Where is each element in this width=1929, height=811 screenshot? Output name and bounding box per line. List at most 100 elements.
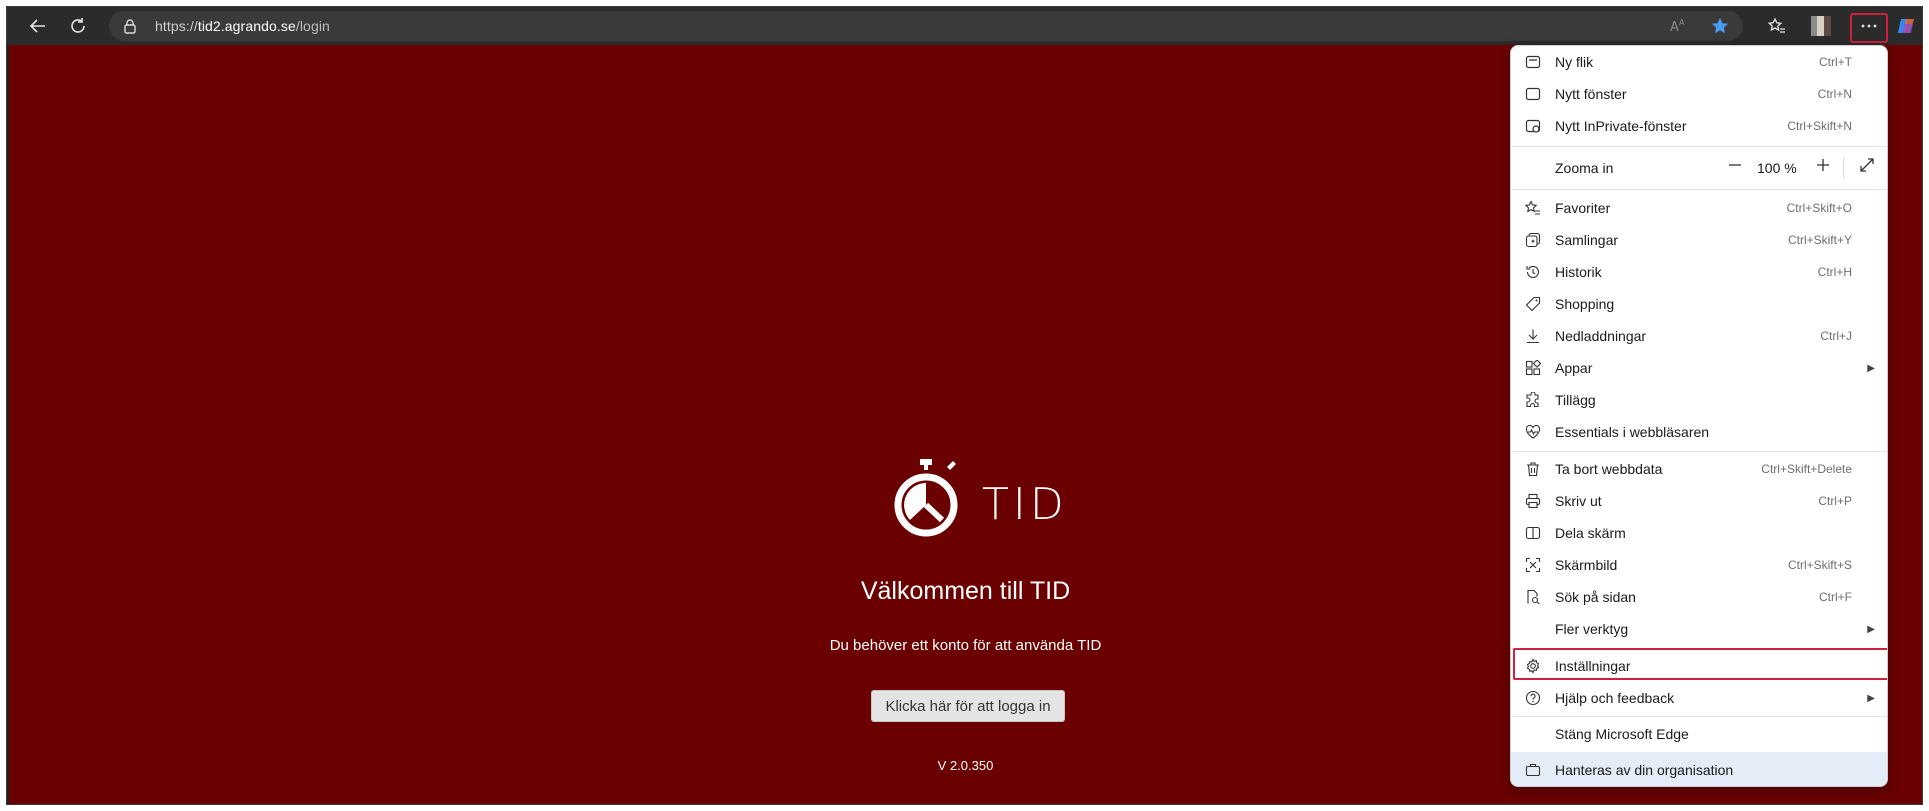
menu-label: Skärmbild bbox=[1555, 557, 1618, 573]
zoom-value: 100 % bbox=[1757, 160, 1797, 176]
menu-item-apps[interactable]: Appar ▶ bbox=[1511, 352, 1887, 384]
menu-label: Hanteras av din organisation bbox=[1555, 762, 1734, 778]
collections-icon bbox=[1525, 232, 1541, 248]
menu-shortcut: Ctrl+F bbox=[1819, 590, 1852, 604]
read-aloud-icon[interactable]: AA bbox=[1669, 17, 1687, 35]
menu-label: Shopping bbox=[1555, 296, 1615, 312]
help-icon bbox=[1525, 690, 1541, 706]
split-screen-icon bbox=[1525, 525, 1541, 541]
url-path: /login bbox=[295, 18, 330, 34]
login-button[interactable]: Klicka här för att logga in bbox=[871, 690, 1065, 722]
menu-shortcut: Ctrl+H bbox=[1817, 265, 1852, 279]
brand-text: TID bbox=[982, 479, 1068, 530]
browser-window: https://tid2.agrando.se/login AA TID Väl… bbox=[6, 6, 1923, 805]
menu-item-new-tab[interactable]: Ny flik Ctrl+T bbox=[1511, 46, 1887, 78]
favorites-icon bbox=[1525, 200, 1541, 216]
menu-item-favorites[interactable]: Favoriter Ctrl+Skift+O bbox=[1511, 192, 1887, 224]
menu-item-help[interactable]: Hjälp och feedback ▶ bbox=[1511, 682, 1887, 714]
menu-label: Historik bbox=[1555, 264, 1602, 280]
menu-label: Skriv ut bbox=[1555, 493, 1602, 509]
menu-item-print[interactable]: Skriv ut Ctrl+P bbox=[1511, 485, 1887, 517]
menu-item-clear-data[interactable]: Ta bort webbdata Ctrl+Skift+Delete bbox=[1511, 453, 1887, 485]
submenu-arrow-icon: ▶ bbox=[1867, 692, 1875, 704]
menu-shortcut: Ctrl+Skift+S bbox=[1787, 558, 1852, 572]
screenshot-icon bbox=[1525, 557, 1541, 573]
menu-label: Ny flik bbox=[1555, 54, 1594, 70]
submenu-arrow-icon: ▶ bbox=[1867, 623, 1875, 635]
more-button-highlight bbox=[1850, 13, 1888, 43]
url-prefix: https:// bbox=[155, 18, 198, 34]
menu-shortcut: Ctrl+Skift+Delete bbox=[1761, 462, 1852, 476]
menu-item-extensions[interactable]: Tillägg bbox=[1511, 384, 1887, 416]
favorites-button[interactable] bbox=[1762, 11, 1792, 41]
arrow-left-icon bbox=[29, 19, 45, 33]
settings-highlight bbox=[1513, 648, 1887, 680]
menu-label: Zooma in bbox=[1555, 160, 1614, 176]
avatar-icon bbox=[1811, 16, 1831, 36]
menu-divider bbox=[1511, 146, 1887, 147]
menu-item-zoom: Zooma in 100 % bbox=[1511, 149, 1887, 187]
lock-icon bbox=[123, 18, 137, 34]
menu-item-close-edge[interactable]: Stäng Microsoft Edge bbox=[1511, 718, 1887, 750]
menu-label: Ta bort webbdata bbox=[1555, 461, 1663, 477]
menu-item-screenshot[interactable]: Skärmbild Ctrl+Skift+S bbox=[1511, 549, 1887, 581]
menu-item-new-window[interactable]: Nytt fönster Ctrl+N bbox=[1511, 78, 1887, 110]
menu-item-collections[interactable]: Samlingar Ctrl+Skift+Y bbox=[1511, 224, 1887, 256]
browser-toolbar: https://tid2.agrando.se/login AA bbox=[7, 7, 1922, 45]
menu-label: Fler verktyg bbox=[1555, 621, 1629, 637]
favorite-star-icon[interactable] bbox=[1711, 17, 1729, 35]
menu-divider bbox=[1511, 189, 1887, 190]
url-text: https://tid2.agrando.se/login bbox=[155, 18, 330, 34]
menu-shortcut: Ctrl+P bbox=[1818, 494, 1852, 508]
menu-divider bbox=[1511, 451, 1887, 452]
menu-label: Tillägg bbox=[1555, 392, 1596, 408]
svg-text:A: A bbox=[1679, 18, 1685, 27]
download-icon bbox=[1525, 328, 1541, 344]
inprivate-icon bbox=[1525, 118, 1541, 134]
fullscreen-button[interactable] bbox=[1859, 157, 1875, 173]
new-window-icon bbox=[1525, 86, 1541, 102]
submenu-arrow-icon: ▶ bbox=[1867, 362, 1875, 374]
trash-icon bbox=[1525, 461, 1541, 477]
zoom-out-button[interactable] bbox=[1727, 157, 1743, 173]
menu-item-split-screen[interactable]: Dela skärm bbox=[1511, 517, 1887, 549]
menu-label: Sök på sidan bbox=[1555, 589, 1636, 605]
menu-shortcut: Ctrl+J bbox=[1820, 329, 1852, 343]
extensions-icon bbox=[1525, 392, 1541, 408]
apps-icon bbox=[1525, 360, 1541, 376]
briefcase-icon bbox=[1525, 762, 1541, 778]
menu-item-more-tools[interactable]: Fler verktyg ▶ bbox=[1511, 613, 1887, 645]
menu-label: Stäng Microsoft Edge bbox=[1555, 726, 1689, 742]
zoom-divider bbox=[1843, 157, 1844, 179]
address-bar[interactable]: https://tid2.agrando.se/login AA bbox=[109, 11, 1743, 41]
menu-divider bbox=[1511, 716, 1887, 717]
menu-label: Nytt InPrivate-fönster bbox=[1555, 118, 1687, 134]
menu-label: Nytt fönster bbox=[1555, 86, 1627, 102]
menu-item-inprivate[interactable]: Nytt InPrivate-fönster Ctrl+Skift+N bbox=[1511, 110, 1887, 142]
heart-pulse-icon bbox=[1525, 424, 1541, 440]
menu-item-managed[interactable]: Hanteras av din organisation bbox=[1511, 752, 1887, 786]
menu-item-history[interactable]: Historik Ctrl+H bbox=[1511, 256, 1887, 288]
profile-avatar[interactable] bbox=[1806, 11, 1836, 41]
url-host: tid2.agrando.se bbox=[197, 18, 296, 34]
shopping-tag-icon bbox=[1525, 296, 1541, 312]
back-button[interactable] bbox=[23, 11, 53, 41]
new-tab-icon bbox=[1525, 54, 1541, 70]
copilot-button[interactable] bbox=[1892, 11, 1922, 41]
browser-menu: Ny flik Ctrl+T Nytt fönster Ctrl+N Nytt … bbox=[1510, 45, 1888, 787]
menu-label: Nedladdningar bbox=[1555, 328, 1647, 344]
copilot-icon bbox=[1898, 19, 1914, 33]
menu-item-shopping[interactable]: Shopping bbox=[1511, 288, 1887, 320]
menu-label: Hjälp och feedback bbox=[1555, 690, 1675, 706]
menu-label: Appar bbox=[1555, 360, 1593, 376]
menu-shortcut: Ctrl+Skift+N bbox=[1787, 119, 1852, 133]
menu-label: Essentials i webbläsaren bbox=[1555, 424, 1710, 440]
menu-shortcut: Ctrl+N bbox=[1817, 87, 1852, 101]
refresh-button[interactable] bbox=[63, 11, 93, 41]
svg-text:A: A bbox=[1670, 20, 1679, 35]
refresh-icon bbox=[71, 18, 85, 33]
menu-item-downloads[interactable]: Nedladdningar Ctrl+J bbox=[1511, 320, 1887, 352]
menu-item-essentials[interactable]: Essentials i webbläsaren bbox=[1511, 416, 1887, 448]
menu-item-find[interactable]: Sök på sidan Ctrl+F bbox=[1511, 581, 1887, 613]
zoom-in-button[interactable] bbox=[1815, 157, 1831, 173]
